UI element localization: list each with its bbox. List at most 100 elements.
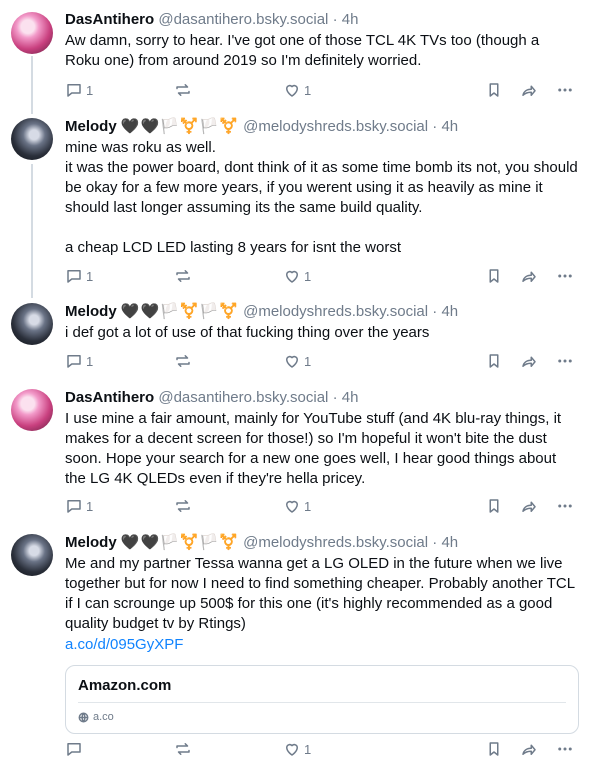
heart-icon bbox=[286, 743, 298, 756]
post-text: Me and my partner Tessa wanna get a LG O… bbox=[65, 555, 579, 632]
reply-button[interactable]: 1 bbox=[65, 497, 93, 515]
bookmark-button[interactable] bbox=[485, 352, 503, 370]
post-link[interactable]: a.co/d/095GyXPF bbox=[65, 635, 578, 655]
reply-button[interactable]: 1 bbox=[65, 352, 93, 370]
repost-button[interactable] bbox=[174, 352, 192, 370]
author-handle[interactable]: @dasantihero.bsky.social bbox=[158, 389, 328, 406]
bookmark-icon bbox=[489, 83, 499, 97]
post-actions: 1 bbox=[0, 731, 594, 767]
reply-button[interactable]: 1 bbox=[65, 81, 93, 99]
avatar[interactable] bbox=[11, 12, 53, 54]
more-button[interactable] bbox=[556, 267, 574, 285]
repost-button[interactable] bbox=[174, 267, 192, 285]
author-name[interactable]: Melody bbox=[65, 118, 117, 135]
separator-dot: · bbox=[332, 389, 338, 406]
avatar[interactable] bbox=[11, 118, 53, 160]
post-time[interactable]: 4h bbox=[441, 534, 458, 551]
more-button[interactable] bbox=[556, 497, 574, 515]
reply-count: 1 bbox=[86, 498, 94, 514]
post-time[interactable]: 4h bbox=[441, 303, 458, 320]
author-handle[interactable]: @dasantihero.bsky.social bbox=[158, 11, 328, 28]
repost-icon bbox=[176, 355, 190, 367]
reply-button[interactable] bbox=[65, 740, 86, 758]
reply-icon bbox=[67, 270, 81, 283]
post-header: DasAntihero @dasantihero.bsky.social · 4… bbox=[65, 388, 578, 408]
post-text: I use mine a fair amount, mainly for You… bbox=[65, 410, 566, 487]
like-button[interactable]: 1 bbox=[283, 267, 311, 285]
post[interactable]: Melody 🖤🖤🏳️⚧️🏳️⚧️ @melodyshreds.bsky.soc… bbox=[0, 523, 594, 738]
link-card-domain-text: a.co bbox=[93, 711, 114, 723]
like-button[interactable]: 1 bbox=[283, 740, 311, 758]
link-card[interactable]: Amazon.com a.co bbox=[65, 665, 579, 734]
post[interactable]: Melody 🖤🖤🏳️⚧️🏳️⚧️ @melodyshreds.bsky.soc… bbox=[0, 107, 594, 258]
author-name[interactable]: Melody bbox=[65, 303, 117, 320]
share-icon bbox=[522, 356, 536, 367]
share-button[interactable] bbox=[520, 267, 538, 285]
name-emoji: 🖤🖤🏳️⚧️🏳️⚧️ bbox=[120, 534, 239, 551]
reply-icon bbox=[67, 84, 81, 97]
more-icon bbox=[558, 88, 572, 92]
post-actions: 1 1 bbox=[0, 488, 594, 524]
share-icon bbox=[522, 744, 536, 755]
bookmark-button[interactable] bbox=[485, 740, 503, 758]
share-button[interactable] bbox=[520, 352, 538, 370]
like-count: 1 bbox=[304, 82, 312, 98]
bookmark-icon bbox=[489, 269, 499, 283]
heart-icon bbox=[286, 84, 298, 97]
author-handle[interactable]: @melodyshreds.bsky.social bbox=[243, 118, 428, 135]
post-header: Melody 🖤🖤🏳️⚧️🏳️⚧️ @melodyshreds.bsky.soc… bbox=[65, 117, 578, 137]
like-count: 1 bbox=[304, 741, 312, 757]
like-count: 1 bbox=[304, 353, 312, 369]
like-button[interactable]: 1 bbox=[283, 497, 311, 515]
author-name[interactable]: Melody bbox=[65, 534, 117, 551]
post-time[interactable]: 4h bbox=[342, 389, 359, 406]
share-button[interactable] bbox=[520, 81, 538, 99]
share-button[interactable] bbox=[520, 497, 538, 515]
author-handle[interactable]: @melodyshreds.bsky.social bbox=[243, 303, 428, 320]
share-icon bbox=[522, 501, 536, 512]
separator-dot: · bbox=[432, 303, 438, 320]
share-button[interactable] bbox=[520, 740, 538, 758]
reply-count: 1 bbox=[86, 82, 94, 98]
more-button[interactable] bbox=[556, 740, 574, 758]
repost-icon bbox=[176, 500, 190, 512]
more-icon bbox=[558, 747, 572, 751]
author-name[interactable]: DasAntihero bbox=[65, 11, 154, 28]
repost-icon bbox=[176, 270, 190, 282]
name-emoji: 🖤🖤🏳️⚧️🏳️⚧️ bbox=[120, 303, 239, 320]
repost-button[interactable] bbox=[174, 740, 192, 758]
bookmark-icon bbox=[489, 742, 499, 756]
avatar[interactable] bbox=[11, 389, 53, 431]
avatar[interactable] bbox=[11, 534, 53, 576]
bookmark-button[interactable] bbox=[485, 267, 503, 285]
heart-icon bbox=[286, 500, 298, 513]
like-button[interactable]: 1 bbox=[283, 352, 311, 370]
post-time[interactable]: 4h bbox=[342, 11, 359, 28]
reply-count: 1 bbox=[86, 268, 94, 284]
reply-icon bbox=[67, 355, 81, 368]
heart-icon bbox=[286, 270, 298, 283]
bookmark-button[interactable] bbox=[485, 81, 503, 99]
author-name[interactable]: DasAntihero bbox=[65, 389, 154, 406]
post-text: Aw damn, sorry to hear. I've got one of … bbox=[65, 32, 544, 69]
repost-icon bbox=[176, 743, 190, 755]
reply-button[interactable]: 1 bbox=[65, 267, 93, 285]
repost-button[interactable] bbox=[174, 497, 192, 515]
share-icon bbox=[522, 85, 536, 96]
repost-icon bbox=[176, 84, 190, 96]
bookmark-icon bbox=[489, 499, 499, 513]
avatar[interactable] bbox=[11, 303, 53, 345]
more-button[interactable] bbox=[556, 81, 574, 99]
bookmark-button[interactable] bbox=[485, 497, 503, 515]
post[interactable]: Melody 🖤🖤🏳️⚧️🏳️⚧️ @melodyshreds.bsky.soc… bbox=[0, 292, 594, 345]
repost-button[interactable] bbox=[174, 81, 192, 99]
author-handle[interactable]: @melodyshreds.bsky.social bbox=[243, 534, 428, 551]
more-button[interactable] bbox=[556, 352, 574, 370]
post-time[interactable]: 4h bbox=[441, 118, 458, 135]
post[interactable]: DasAntihero @dasantihero.bsky.social · 4… bbox=[0, 378, 594, 489]
bookmark-icon bbox=[489, 354, 499, 368]
post-text: mine was roku as well. it was the power … bbox=[65, 139, 578, 256]
link-card-domain: a.co bbox=[66, 703, 578, 733]
like-button[interactable]: 1 bbox=[283, 81, 311, 99]
post[interactable]: DasAntihero @dasantihero.bsky.social · 4… bbox=[0, 0, 594, 71]
